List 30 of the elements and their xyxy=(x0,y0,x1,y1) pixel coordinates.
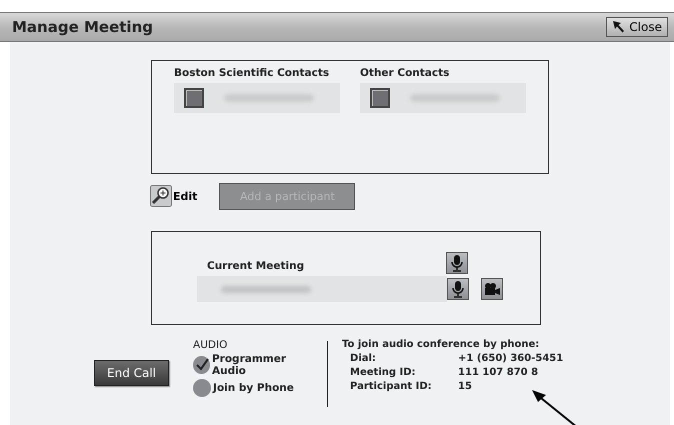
radio-option[interactable]: Programmer Audio xyxy=(193,353,318,377)
edit-button[interactable]: Edit xyxy=(150,185,198,207)
microphone-button[interactable] xyxy=(447,278,469,300)
contacts-heading: Boston Scientific Contacts xyxy=(174,67,330,79)
end-call-button[interactable]: End Call xyxy=(94,360,170,386)
radio-option[interactable]: Join by Phone xyxy=(193,379,318,397)
info-label: Participant ID: xyxy=(350,381,433,392)
radio-button[interactable] xyxy=(193,356,210,374)
info-value: 111 107 870 8 xyxy=(458,367,538,378)
contact-row[interactable] xyxy=(360,83,526,113)
checkbox[interactable] xyxy=(184,88,204,108)
current-meeting-heading: Current Meeting xyxy=(207,260,304,272)
info-label: Meeting ID: xyxy=(350,367,417,378)
checkbox[interactable] xyxy=(370,88,390,108)
info-value: 15 xyxy=(458,381,472,392)
microphone-button[interactable] xyxy=(446,252,468,274)
cursor-arrow-icon xyxy=(612,20,626,34)
video-camera-button[interactable] xyxy=(481,278,503,300)
contact-row[interactable] xyxy=(174,83,340,113)
audio-heading: AUDIO xyxy=(193,339,228,351)
phone-heading: To join audio conference by phone: xyxy=(342,339,540,350)
info-label: Dial: xyxy=(350,353,377,364)
close-button[interactable]: Close xyxy=(606,17,668,37)
window-title: Manage Meeting xyxy=(12,18,153,36)
info-value: +1 (650) 360-5451 xyxy=(458,353,564,364)
magnifier-plus-icon xyxy=(150,185,172,207)
radio-button[interactable] xyxy=(193,379,212,397)
radio-label: Programmer Audio xyxy=(212,353,288,377)
contacts-heading: Other Contacts xyxy=(360,67,450,79)
radio-label: Join by Phone xyxy=(213,382,294,394)
